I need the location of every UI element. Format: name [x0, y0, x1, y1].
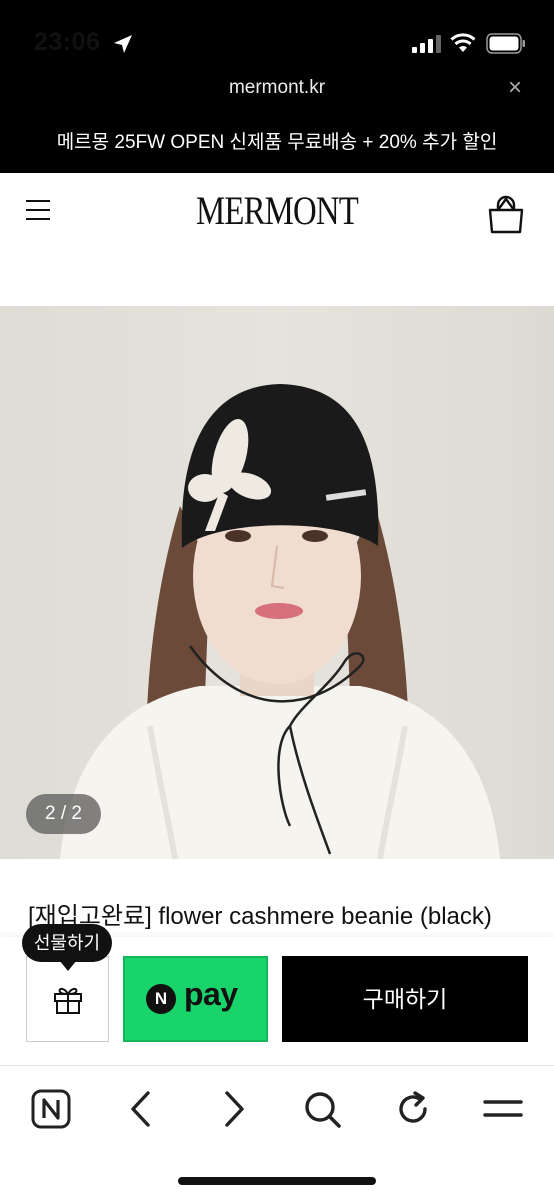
back-arrow-icon[interactable] [120, 1087, 164, 1131]
status-time: 23:06 [34, 28, 101, 56]
gift-icon [54, 987, 82, 1014]
promo-banner[interactable]: 메르몽 25FW OPEN 신제품 무료배송 + 20% 추가 할인 [0, 127, 554, 154]
shopping-bag-icon[interactable] [487, 194, 525, 234]
buy-button[interactable]: 구매하기 [282, 956, 528, 1042]
gift-tooltip: 선물하기 [22, 924, 112, 962]
image-counter-badge: 2 / 2 [26, 794, 101, 834]
close-banner-button[interactable]: × [508, 76, 522, 100]
cellular-signal-icon [412, 35, 441, 53]
address-bar-url[interactable]: mermont.kr [0, 77, 554, 99]
naver-n-icon: N [146, 984, 176, 1014]
location-arrow-icon [114, 35, 132, 53]
naver-pay-label: pay [184, 976, 238, 1012]
search-icon[interactable] [300, 1087, 344, 1131]
product-image[interactable] [0, 306, 554, 859]
battery-icon [486, 33, 525, 54]
hamburger-menu-icon[interactable] [26, 199, 50, 221]
naver-home-icon[interactable] [29, 1087, 73, 1131]
site-logo[interactable]: MERMONT [50, 187, 504, 234]
refresh-icon[interactable] [391, 1087, 435, 1131]
forward-arrow-icon[interactable] [211, 1087, 255, 1131]
product-photo-illustration [60, 384, 500, 859]
gift-tooltip-arrow [59, 960, 77, 971]
menu-lines-icon[interactable] [481, 1087, 525, 1131]
wifi-icon [450, 33, 476, 52]
home-indicator[interactable] [178, 1177, 376, 1185]
